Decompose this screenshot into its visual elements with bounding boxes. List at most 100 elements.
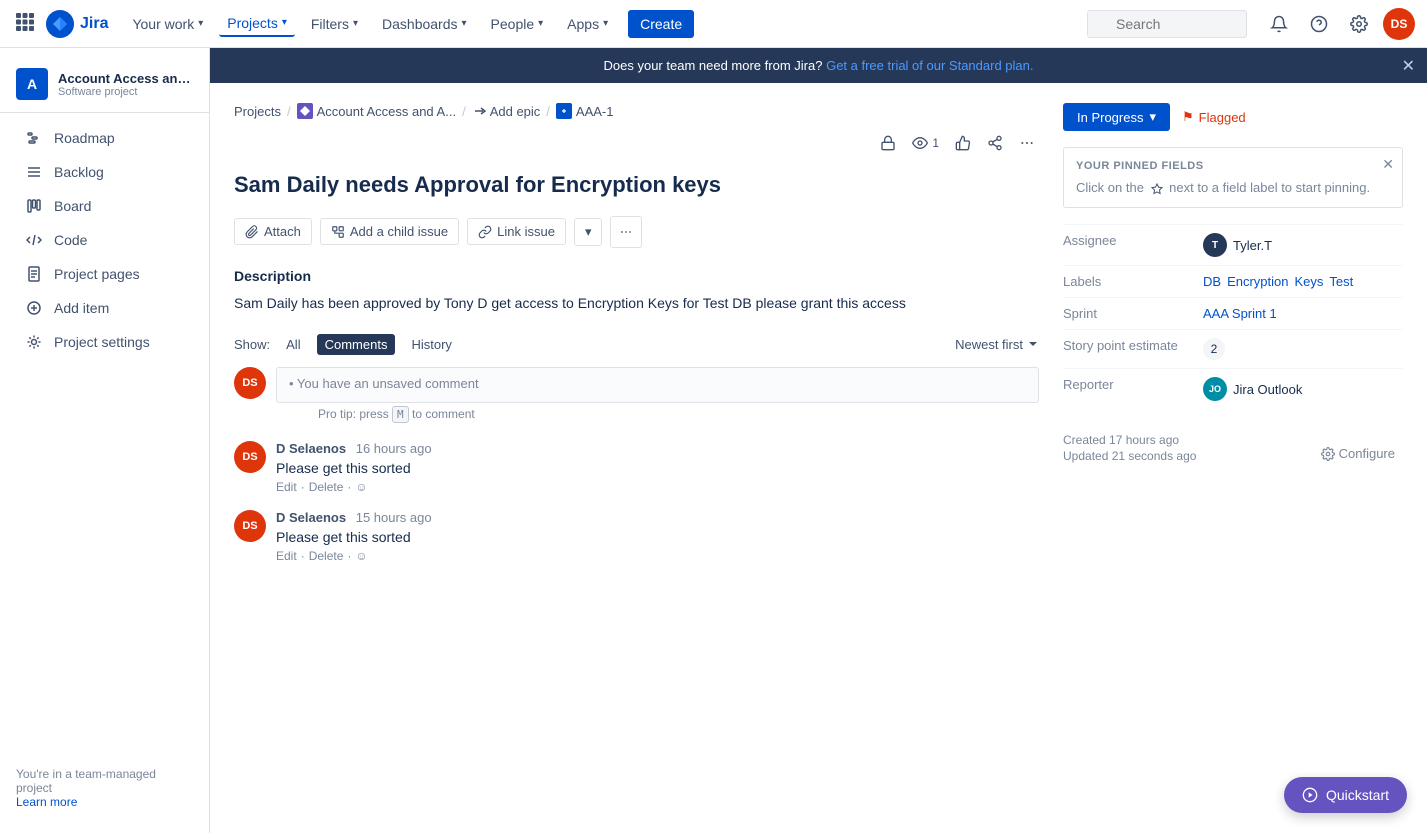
comment-actions-0: Edit · Delete · ☺ [276, 480, 1035, 494]
more-options-icon[interactable] [1015, 131, 1039, 155]
labels-label: Labels [1063, 274, 1203, 289]
breadcrumb-issue[interactable]: AAA-1 [556, 103, 614, 119]
description-title: Description [234, 268, 1039, 284]
project-name: Account Access and Ap... [58, 71, 193, 86]
comment-input[interactable]: • You have an unsaved comment [276, 367, 1039, 403]
banner-link[interactable]: Get a free trial of our Standard plan. [826, 58, 1033, 73]
comment-avatar-1: DS [234, 510, 266, 542]
comment-author-1: D Selaenos [276, 510, 346, 525]
link-issue-button[interactable]: Link issue [467, 218, 566, 245]
comment-react-0[interactable]: ☺ [355, 480, 367, 494]
share-icon[interactable] [983, 131, 1007, 155]
nav-logo[interactable]: Jira [46, 10, 108, 38]
filter-comments-button[interactable]: Comments [317, 334, 396, 355]
add-child-issue-label: Add a child issue [350, 224, 448, 239]
attach-button[interactable]: Attach [234, 218, 312, 245]
dropdown-more-button[interactable]: ▾ [574, 218, 603, 246]
sidebar-item-code[interactable]: Code [8, 224, 201, 256]
help-icon[interactable] [1303, 8, 1335, 40]
comment-edit-1[interactable]: Edit [276, 549, 297, 563]
main-wrap: A Account Access and Ap... Software proj… [0, 48, 1427, 833]
sidebar-item-add-item[interactable]: Add item [8, 292, 201, 324]
nav-dashboards[interactable]: Dashboards ▾ [374, 12, 475, 36]
breadcrumb-project-icon [297, 103, 313, 119]
sidebar-item-project-pages[interactable]: Project pages [8, 258, 201, 290]
activity-section: Show: All Comments History Newest first … [234, 334, 1039, 579]
flagged-button[interactable]: ⚑ Flagged [1182, 109, 1246, 125]
newest-first[interactable]: Newest first [955, 337, 1039, 352]
nav-apps[interactable]: Apps ▾ [559, 12, 616, 36]
create-button[interactable]: Create [628, 10, 694, 38]
show-label: Show: [234, 337, 270, 352]
comment-react-1[interactable]: ☺ [355, 549, 367, 563]
comment-delete-1[interactable]: Delete [309, 549, 344, 563]
description-section: Description Sam Daily has been approved … [234, 268, 1039, 314]
nav-your-work[interactable]: Your work ▾ [124, 12, 211, 36]
issue-layout: Projects / Account Access and A... / [210, 83, 1427, 833]
breadcrumb-issue-id: AAA-1 [576, 104, 614, 119]
comment-body-1: D Selaenos 15 hours ago Please get this … [276, 510, 1035, 563]
comment-edit-0[interactable]: Edit [276, 480, 297, 494]
sidebar-item-roadmap[interactable]: Roadmap [8, 122, 201, 154]
comment-text-1: Please get this sorted [276, 529, 1035, 545]
nav-projects[interactable]: Projects ▾ [219, 11, 295, 37]
lock-icon[interactable] [876, 131, 900, 155]
add-child-issue-button[interactable]: Add a child issue [320, 218, 459, 245]
watch-icon[interactable]: 1 [908, 131, 943, 155]
breadcrumb-project[interactable]: Account Access and A... [297, 103, 456, 119]
assignee-value: T Tyler.T [1203, 233, 1403, 257]
field-labels: Labels DB Encryption Keys Test [1063, 265, 1403, 297]
nav-people[interactable]: People ▾ [483, 12, 552, 36]
assignee-name[interactable]: Tyler.T [1233, 238, 1272, 253]
breadcrumb-sep2: / [462, 104, 466, 119]
reporter-name[interactable]: Jira Outlook [1233, 382, 1302, 397]
sidebar-item-backlog[interactable]: Backlog [8, 156, 201, 188]
filter-all-button[interactable]: All [278, 334, 308, 355]
search-wrap [1087, 10, 1247, 38]
nav-filters[interactable]: Filters ▾ [303, 12, 366, 36]
label-test[interactable]: Test [1329, 274, 1353, 289]
breadcrumb-epic[interactable]: Add epic [472, 104, 541, 119]
filter-history-button[interactable]: History [403, 334, 459, 355]
settings-icon[interactable] [1343, 8, 1375, 40]
newest-first-label: Newest first [955, 337, 1023, 352]
quickstart-button[interactable]: Quickstart [1284, 777, 1407, 813]
story-point-badge[interactable]: 2 [1203, 338, 1225, 360]
issue-sidebar: In Progress ▾ ⚑ Flagged YOUR PINNED FIEL… [1063, 103, 1403, 813]
nav-icons: DS [1263, 8, 1415, 40]
banner-close-icon[interactable]: ✕ [1402, 56, 1415, 76]
label-db[interactable]: DB [1203, 274, 1221, 289]
activity-header: Show: All Comments History Newest first [234, 334, 1039, 355]
code-icon [24, 232, 44, 248]
breadcrumb: Projects / Account Access and A... / [234, 103, 1039, 119]
user-avatar[interactable]: DS [1383, 8, 1415, 40]
status-button[interactable]: In Progress ▾ [1063, 103, 1170, 131]
sidebar-footer: You're in a team-managed project Learn m… [0, 755, 209, 821]
project-type: Software project [58, 86, 193, 98]
label-encryption[interactable]: Encryption [1227, 274, 1288, 289]
sprint-name[interactable]: AAA Sprint 1 [1203, 306, 1277, 321]
issue-title: Sam Daily needs Approval for Encryption … [234, 171, 1039, 200]
watch-count: 1 [932, 136, 939, 150]
thumbs-up-icon[interactable] [951, 131, 975, 155]
breadcrumb-projects[interactable]: Projects [234, 104, 281, 119]
activity-show: Show: All Comments History [234, 334, 460, 355]
story-point-label: Story point estimate [1063, 338, 1203, 353]
sidebar-item-board[interactable]: Board [8, 190, 201, 222]
configure-label: Configure [1339, 446, 1395, 461]
configure-button[interactable]: Configure [1313, 442, 1403, 465]
status-row: In Progress ▾ ⚑ Flagged [1063, 103, 1403, 131]
assignee-avatar: T [1203, 233, 1227, 257]
comment-delete-0[interactable]: Delete [309, 480, 344, 494]
sidebar-item-project-settings[interactable]: Project settings [8, 326, 201, 358]
label-keys[interactable]: Keys [1294, 274, 1323, 289]
action-overflow-button[interactable] [610, 216, 642, 248]
pinned-close-icon[interactable]: ✕ [1382, 156, 1394, 173]
roadmap-icon [24, 130, 44, 146]
comment-time-0: 16 hours ago [356, 441, 432, 456]
search-input[interactable] [1087, 10, 1247, 38]
grid-icon[interactable] [12, 9, 38, 38]
learn-more-link[interactable]: Learn more [16, 795, 77, 809]
announcement-banner: Does your team need more from Jira? Get … [210, 48, 1427, 83]
notifications-icon[interactable] [1263, 8, 1295, 40]
